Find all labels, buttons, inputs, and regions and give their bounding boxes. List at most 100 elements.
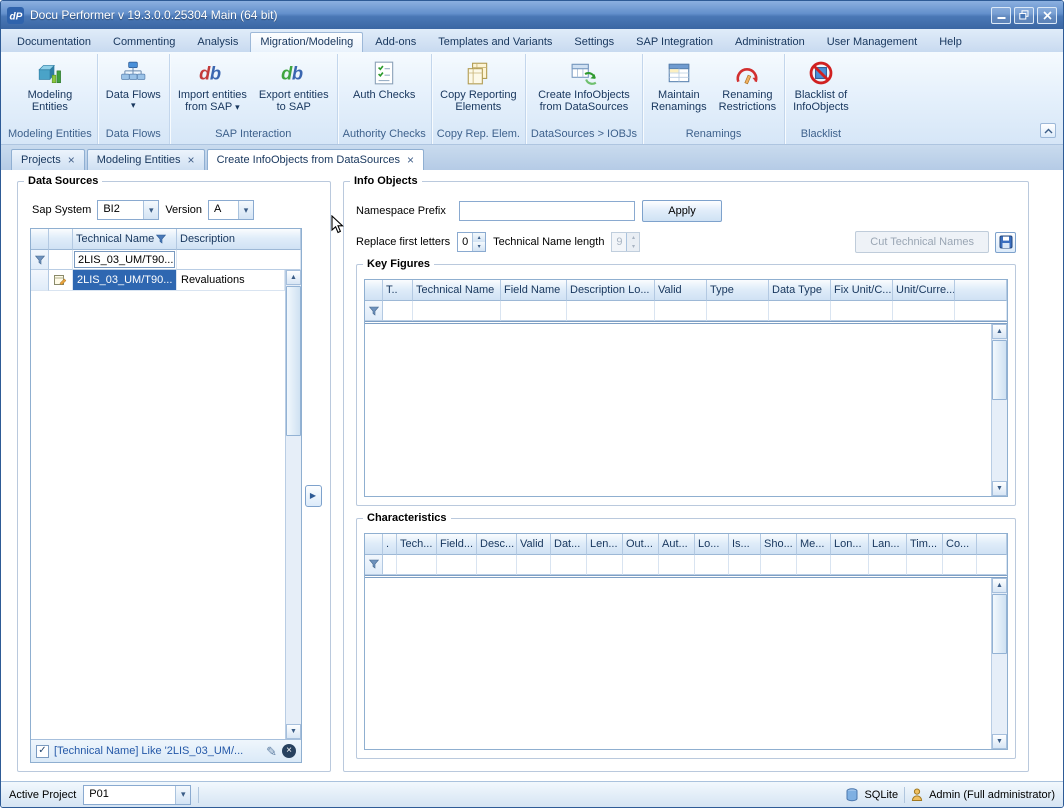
column-header[interactable]: Type (707, 280, 769, 301)
active-project-select[interactable]: P01 ▾ (83, 785, 191, 805)
maintain-renamings-button[interactable]: MaintainRenamings (646, 56, 712, 113)
filter-cell[interactable] (623, 555, 659, 575)
chevron-down-icon[interactable]: ▾ (238, 201, 253, 219)
filter-cell[interactable] (695, 555, 729, 575)
clear-filter-icon[interactable]: × (282, 744, 296, 758)
filter-cell[interactable] (907, 555, 943, 575)
column-header[interactable]: Aut... (659, 534, 695, 555)
version-select[interactable]: A ▾ (208, 200, 254, 220)
tab-analysis[interactable]: Analysis (187, 32, 248, 52)
scrollbar-track[interactable] (992, 339, 1007, 481)
filter-cell[interactable] (707, 301, 769, 321)
column-header[interactable]: Out... (623, 534, 659, 555)
description-cell[interactable]: Revaluations (177, 270, 285, 291)
save-button[interactable] (995, 232, 1016, 253)
scrollbar-track[interactable] (992, 593, 1007, 735)
create-infoobjects-from-datasources-button[interactable]: Create InfoObjectsfrom DataSources (533, 56, 635, 113)
column-header[interactable]: Sho... (761, 534, 797, 555)
close-tab-icon[interactable]: × (188, 156, 195, 165)
scroll-up-button[interactable]: ▲ (992, 324, 1007, 339)
column-header[interactable]: Lan... (869, 534, 907, 555)
filter-cell[interactable] (797, 555, 831, 575)
icon-column-header[interactable] (49, 229, 73, 250)
column-header[interactable]: Desc... (477, 534, 517, 555)
vertical-scrollbar[interactable]: ▲ ▼ (991, 578, 1007, 750)
column-header[interactable]: Data Type (769, 280, 831, 301)
filter-cell[interactable] (551, 555, 587, 575)
ribbon-collapse-button[interactable] (1040, 123, 1056, 138)
tab-user-management[interactable]: User Management (817, 32, 928, 52)
scrollbar-thumb[interactable] (286, 286, 301, 436)
filter-cell[interactable] (49, 250, 73, 270)
spin-down-icon[interactable]: ▾ (473, 242, 485, 251)
spin-up-icon[interactable]: ▴ (473, 233, 485, 242)
doc-tab-modeling-entities[interactable]: Modeling Entities × (87, 149, 205, 170)
modeling-entities-button[interactable]: ModelingEntities (21, 56, 79, 113)
filter-cell[interactable] (869, 555, 907, 575)
scrollbar-track[interactable] (286, 285, 301, 724)
column-header[interactable]: . (383, 534, 397, 555)
filter-cell[interactable] (413, 301, 501, 321)
scrollbar-thumb[interactable] (992, 594, 1007, 654)
replace-first-letters-stepper[interactable]: 0 ▴ ▾ (457, 232, 486, 252)
description-filter-cell[interactable] (177, 250, 301, 270)
filter-enabled-checkbox[interactable]: ✓ (36, 745, 49, 758)
filter-cell[interactable] (567, 301, 655, 321)
vertical-scrollbar[interactable]: ▲ ▼ (991, 324, 1007, 496)
filter-cell[interactable] (761, 555, 797, 575)
table-row[interactable]: 2LIS_03_UM/T90... Revaluations (31, 270, 285, 291)
close-tab-icon[interactable]: × (68, 156, 75, 165)
column-header[interactable]: Valid (517, 534, 551, 555)
copy-reporting-elements-button[interactable]: Copy ReportingElements (435, 56, 521, 113)
column-header[interactable]: Is... (729, 534, 761, 555)
filter-cell[interactable] (943, 555, 977, 575)
tab-settings[interactable]: Settings (564, 32, 624, 52)
description-column-header[interactable]: Description (177, 229, 301, 250)
technical-name-length-stepper[interactable]: 9 ▴ ▾ (611, 232, 640, 252)
column-header[interactable]: Field... (437, 534, 477, 555)
column-header[interactable]: Unit/Curre... (893, 280, 955, 301)
filter-cell[interactable] (831, 301, 893, 321)
doc-tab-create-infoobjects[interactable]: Create InfoObjects from DataSources × (207, 149, 424, 170)
tab-migration-modeling[interactable]: Migration/Modeling (250, 32, 363, 52)
filter-cell[interactable] (893, 301, 955, 321)
column-header[interactable]: Me... (797, 534, 831, 555)
vertical-scrollbar[interactable]: ▲ ▼ (285, 270, 301, 739)
chevron-down-icon[interactable]: ▾ (175, 786, 190, 804)
tab-commenting[interactable]: Commenting (103, 32, 185, 52)
column-header[interactable]: Technical Name (413, 280, 501, 301)
renaming-restrictions-button[interactable]: RenamingRestrictions (714, 56, 781, 113)
column-header[interactable]: Len... (587, 534, 623, 555)
blacklist-of-infoobjects-button[interactable]: Blacklist ofInfoObjects (788, 56, 854, 113)
filter-cell[interactable] (397, 555, 437, 575)
import-entities-from-sap-button[interactable]: db Import entitiesfrom SAP ▾ (173, 56, 252, 113)
column-header[interactable]: Tech... (397, 534, 437, 555)
tab-documentation[interactable]: Documentation (7, 32, 101, 52)
auth-checks-button[interactable]: Auth Checks (348, 56, 420, 101)
data-flows-button[interactable]: Data Flows▾ (101, 56, 166, 109)
filter-cell[interactable] (501, 301, 567, 321)
filter-cell[interactable] (587, 555, 623, 575)
minimize-button[interactable] (991, 7, 1011, 24)
close-tab-icon[interactable]: × (407, 156, 414, 165)
tab-administration[interactable]: Administration (725, 32, 815, 52)
scroll-up-button[interactable]: ▲ (992, 578, 1007, 593)
export-entities-to-sap-button[interactable]: db Export entitiesto SAP (254, 56, 334, 113)
doc-tab-projects[interactable]: Projects × (11, 149, 85, 170)
scroll-up-button[interactable]: ▲ (286, 270, 301, 285)
edit-filter-icon[interactable]: ✎ (266, 745, 277, 758)
filter-cell[interactable] (769, 301, 831, 321)
column-header[interactable]: Field Name (501, 280, 567, 301)
filter-cell[interactable] (517, 555, 551, 575)
column-header[interactable]: T.. (383, 280, 413, 301)
close-button[interactable] (1037, 7, 1057, 24)
namespace-prefix-input[interactable] (459, 201, 635, 221)
tab-add-ons[interactable]: Add-ons (365, 32, 426, 52)
filter-cell[interactable] (659, 555, 695, 575)
filter-expression-link[interactable]: [Technical Name] Like '2LIS_03_UM/... (54, 745, 261, 757)
column-header[interactable]: Tim... (907, 534, 943, 555)
cut-technical-names-button[interactable]: Cut Technical Names (855, 231, 989, 253)
filter-cell[interactable] (655, 301, 707, 321)
filter-cell[interactable] (437, 555, 477, 575)
scrollbar-thumb[interactable] (992, 340, 1007, 400)
